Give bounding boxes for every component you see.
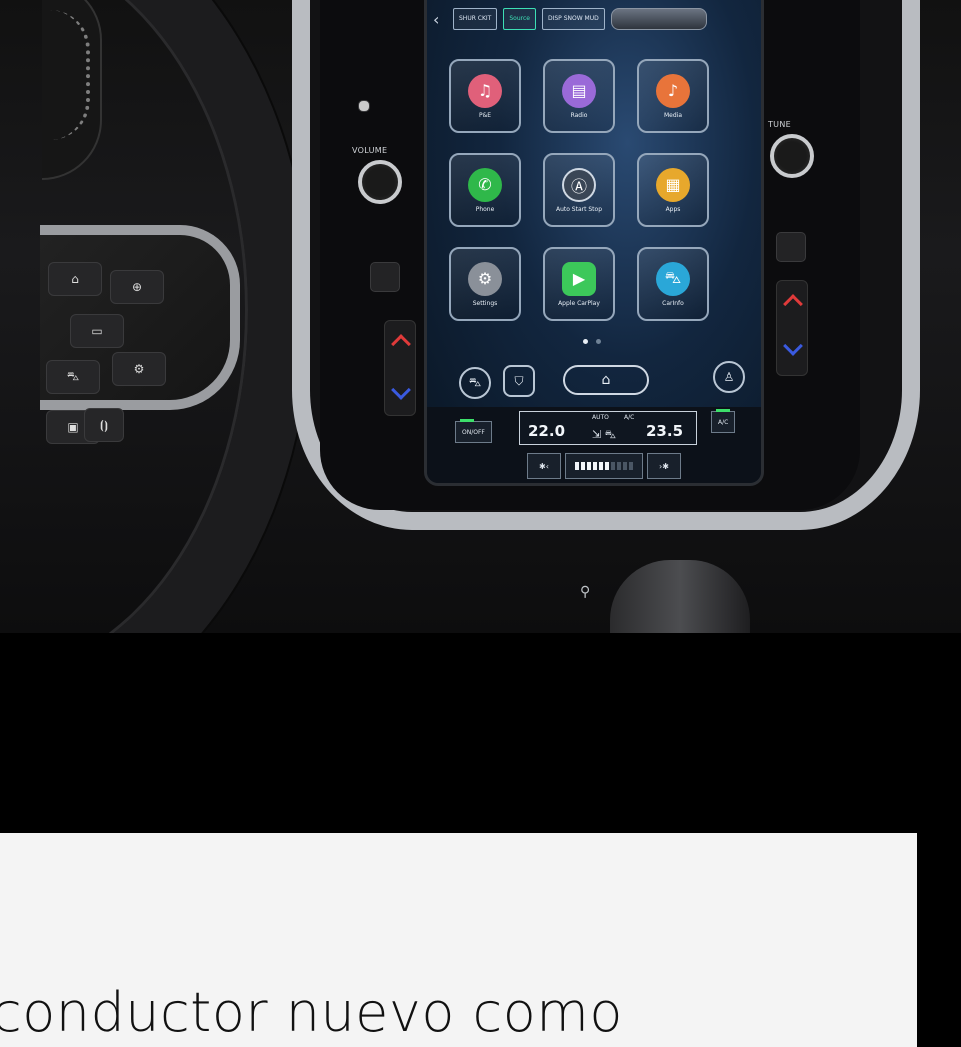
app-tile-radio[interactable]: ▤ Radio: [543, 59, 615, 133]
app-tile-carinfo[interactable]: ⛍ CarInfo: [637, 247, 709, 321]
arrow-up-icon: [391, 334, 411, 354]
ac-label: A/C: [718, 418, 729, 426]
shield-icon[interactable]: ⛉: [503, 365, 535, 397]
page-indicator: [583, 339, 601, 344]
wheel-button-eyesight: ⊕: [110, 270, 164, 304]
arrow-up-icon: [783, 294, 803, 314]
temp-left[interactable]: 22.0: [528, 422, 565, 440]
led-indicator: [716, 409, 730, 412]
car-icon: ⛍: [656, 261, 690, 296]
app-label: Settings: [472, 299, 498, 307]
car-view-icon[interactable]: ⛍: [459, 367, 491, 399]
topbar-button-2[interactable]: Source: [503, 8, 536, 30]
app-tile-carplay[interactable]: ▶ Apple CarPlay: [543, 247, 615, 321]
app-grid: ♫ P&E ▤ Radio ♪ Media ✆ Phone Ⓐ Auto Sta…: [449, 59, 749, 321]
temperature-display: 22.0 AUTO A/C ⇲ ⛍ 23.5: [519, 411, 697, 445]
car-thumbnail: [610, 8, 707, 30]
home-icon: ⌂: [601, 372, 611, 388]
infotainment-screen: ‹ SHUR CKIT Source DISP SNOW MUD ♫ P&E ▤…: [424, 0, 764, 486]
page-dot-active[interactable]: [583, 339, 588, 344]
wheel-button-signal: ⦗⦘: [84, 408, 124, 442]
driver-icon[interactable]: ♙: [713, 361, 745, 393]
gear-shifter: [610, 560, 750, 633]
fan-bar: [593, 462, 597, 470]
left-temp-rocker[interactable]: [384, 320, 416, 416]
fan-bar: [623, 462, 627, 470]
app-label: Auto Start Stop: [555, 205, 603, 213]
fan-bars: [575, 462, 633, 470]
wheel-button-settings: ⚙: [112, 352, 166, 386]
on-off-label: ON/OFF: [462, 428, 485, 436]
wheel-button-car: ⛍: [46, 360, 100, 394]
temp-right[interactable]: 23.5: [646, 422, 683, 440]
power-indicator: [358, 100, 370, 112]
screen-dock: ⛍ ⛉ ⌂ ♙: [427, 361, 761, 405]
fan-speed-control: ✱‹ ›✱: [527, 453, 683, 479]
tune-knob[interactable]: [770, 134, 814, 178]
app-label: CarInfo: [662, 299, 684, 307]
fan-bar: [599, 462, 603, 470]
radio-icon: ▤: [562, 73, 596, 108]
topbar-button-1[interactable]: SHUR CKIT: [453, 8, 498, 30]
led-indicator: [460, 419, 474, 422]
climate-on-off-button[interactable]: ON/OFF: [455, 419, 492, 443]
app-tile-media[interactable]: ♪ Media: [637, 59, 709, 133]
app-label: Phone: [475, 205, 495, 213]
fan-decrease-button[interactable]: ✱‹: [527, 453, 561, 479]
fan-bar: [611, 462, 615, 470]
tune-label: TUNE: [768, 120, 791, 129]
music-note-icon: ♫: [468, 73, 502, 108]
arrow-down-icon: [783, 336, 803, 356]
fan-bar: [605, 462, 609, 470]
topbar-button-3[interactable]: DISP SNOW MUD: [541, 8, 605, 30]
apps-icon: ▦: [656, 167, 690, 202]
app-tile-pe[interactable]: ♫ P&E: [449, 59, 521, 133]
fan-level-indicator: [565, 453, 643, 479]
app-label: P&E: [478, 111, 492, 119]
caption-text: conductor nuevo como: [0, 981, 623, 1044]
auto-stop-icon: Ⓐ: [562, 167, 596, 202]
fan-increase-button[interactable]: ›✱: [647, 453, 681, 479]
car-interior-photo: ⌂ ⊕ ▭ ⛍ ⚙ ▣ ⦗⦘ VOLUME TUNE ‹ SHUR CKIT S…: [0, 0, 961, 633]
screen-topbar: ‹ SHUR CKIT Source DISP SNOW MUD: [427, 0, 761, 41]
app-tile-auto-start-stop[interactable]: Ⓐ Auto Start Stop: [543, 153, 615, 227]
wheel-button-menu: ▭: [70, 314, 124, 348]
climate-bar: ON/OFF 22.0 AUTO A/C ⇲ ⛍ 23.5 A/C ✱‹ ›✱: [427, 407, 761, 483]
ac-small-label: A/C: [624, 414, 635, 421]
fan-bar: [629, 462, 633, 470]
chevron-left-icon[interactable]: ‹: [433, 10, 447, 29]
volume-knob[interactable]: [358, 160, 402, 204]
rear-defrost-button[interactable]: [776, 232, 806, 262]
fan-bar: [581, 462, 585, 470]
fan-bar: [617, 462, 621, 470]
carplay-icon: ▶: [562, 261, 596, 296]
arrow-down-icon: [391, 380, 411, 400]
app-label: Radio: [570, 111, 588, 119]
airflow-icon[interactable]: ⇲ ⛍: [592, 428, 616, 443]
fan-bar: [587, 462, 591, 470]
phone-icon: ✆: [468, 167, 502, 202]
app-label: Apple CarPlay: [558, 299, 600, 307]
auto-label: AUTO: [592, 414, 609, 421]
app-tile-apps[interactable]: ▦ Apps: [637, 153, 709, 227]
fan-bar: [575, 462, 579, 470]
caption-panel: conductor nuevo como: [0, 833, 917, 1047]
home-button[interactable]: ⌂: [563, 365, 649, 395]
page-dot[interactable]: [596, 339, 601, 344]
defrost-button[interactable]: [370, 262, 400, 292]
volume-label: VOLUME: [352, 146, 388, 155]
ac-button[interactable]: A/C: [711, 409, 736, 433]
gear-icon: ⚙: [468, 261, 502, 296]
parking-icon: ⚲: [580, 584, 591, 600]
music-note-icon: ♪: [656, 73, 690, 108]
app-tile-settings[interactable]: ⚙ Settings: [449, 247, 521, 321]
right-temp-rocker[interactable]: [776, 280, 808, 376]
app-label: Media: [663, 111, 683, 119]
app-tile-phone[interactable]: ✆ Phone: [449, 153, 521, 227]
app-label: Apps: [665, 205, 681, 213]
wheel-button-voice: ⌂: [48, 262, 102, 296]
